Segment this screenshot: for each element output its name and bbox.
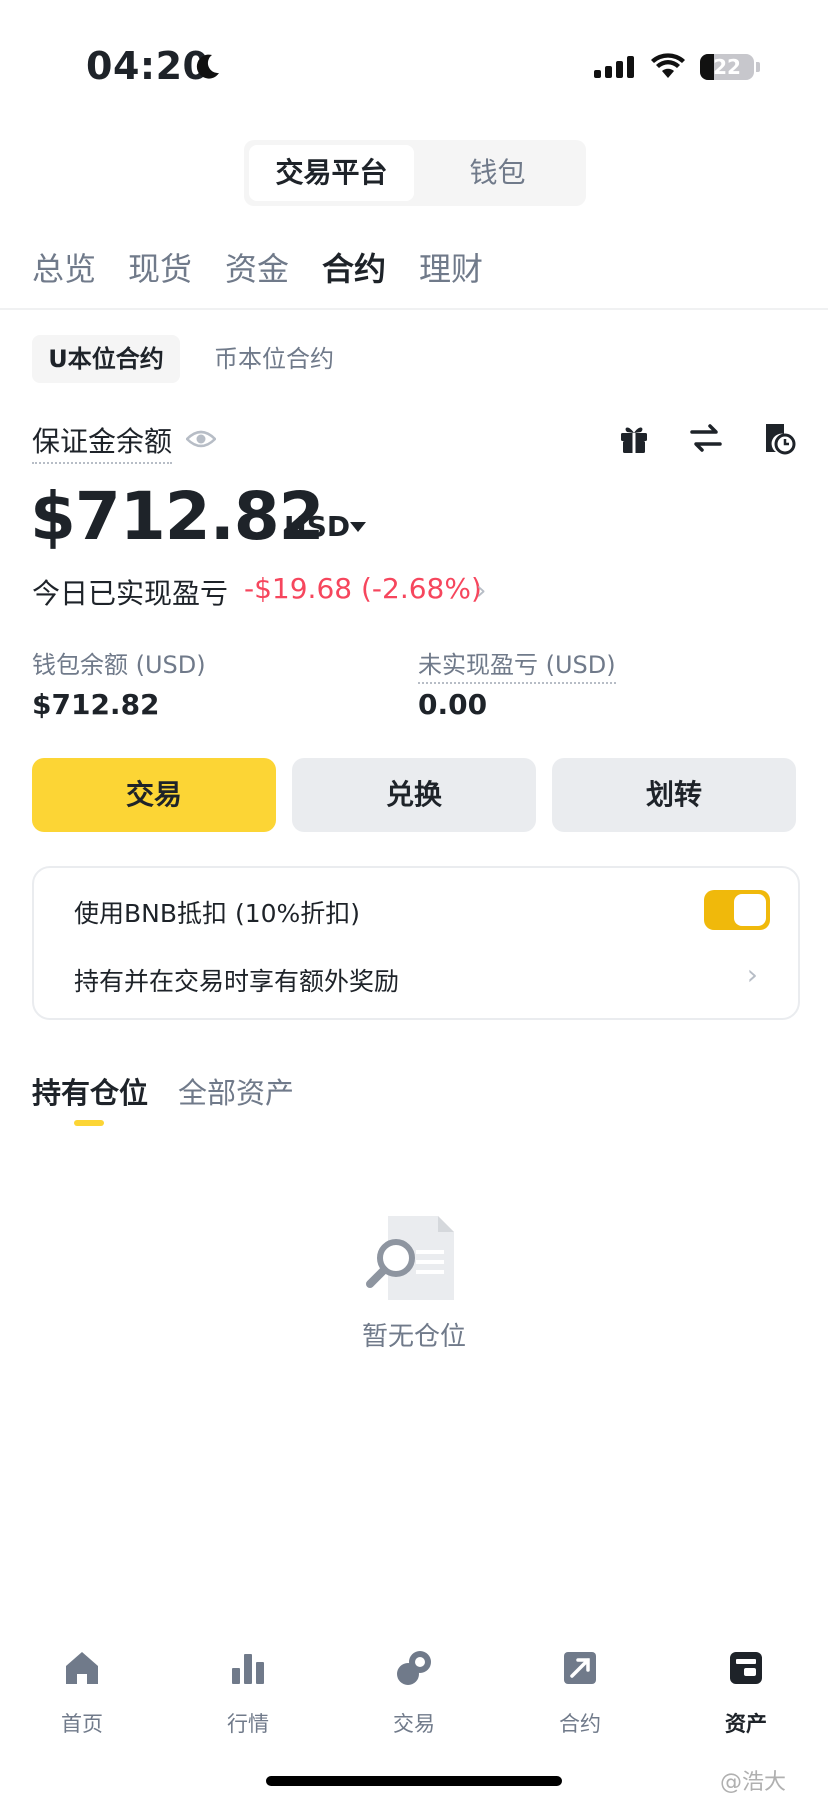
empty-search-icon [366, 1216, 454, 1300]
history-icon[interactable] [760, 420, 796, 456]
segment-platform[interactable]: 交易平台 [249, 145, 414, 201]
wallet-balance-value: $712.82 [32, 688, 160, 721]
segment-wallet[interactable]: 钱包 [414, 145, 581, 201]
caret-down-icon[interactable] [350, 522, 366, 532]
nav-markets-label: 行情 [227, 1712, 269, 1736]
tabs-divider [0, 308, 828, 310]
chevron-right-icon[interactable]: › [747, 958, 758, 991]
battery-tip [756, 62, 760, 72]
trade-button[interactable]: 交易 [32, 758, 276, 832]
nav-home-label: 首页 [61, 1712, 103, 1736]
home-icon [66, 1652, 98, 1684]
home-indicator[interactable] [266, 1776, 562, 1786]
unrealized-pnl-label[interactable]: 未实现盈亏 (USD) [418, 645, 616, 684]
wallet-icon [730, 1652, 762, 1684]
bnb-discount-toggle[interactable] [704, 890, 770, 930]
unrealized-pnl-value: 0.00 [418, 688, 488, 721]
swap-icon[interactable] [688, 420, 724, 456]
currency-selector[interactable]: USD [284, 510, 350, 543]
wallet-balance-label: 钱包余额 (USD) [32, 651, 206, 679]
market-icon [232, 1654, 264, 1684]
tab-all-assets[interactable]: 全部资产 [178, 1070, 294, 1112]
battery-icon: 22 [700, 54, 754, 80]
margin-balance-label[interactable]: 保证金余额 [32, 420, 173, 464]
signal-icon [594, 56, 634, 78]
nav-assets-label: 资产 [725, 1712, 767, 1736]
subtab-usdm-futures[interactable]: U本位合约 [32, 335, 180, 383]
transfer-button[interactable]: 划转 [552, 758, 796, 832]
today-pnl-value[interactable]: -$19.68 (-2.68%) [244, 572, 482, 605]
nav-trade-label: 交易 [393, 1712, 435, 1736]
trade-icon [397, 1651, 431, 1685]
bnb-rewards-link[interactable]: 持有并在交易时享有额外奖励 [74, 962, 399, 998]
today-pnl-label: 今日已实现盈亏 [32, 577, 229, 610]
chevron-right-icon[interactable]: › [476, 576, 486, 606]
status-time: 04:20 [86, 44, 210, 88]
empty-positions-text: 暂无仓位 [361, 1322, 466, 1352]
convert-button[interactable]: 兑换 [292, 758, 536, 832]
tab-positions[interactable]: 持有仓位 [32, 1070, 148, 1112]
battery-level: 22 [713, 55, 741, 79]
tab-futures[interactable]: 合约 [322, 244, 386, 290]
active-tab-indicator [74, 1120, 104, 1126]
watermark: @浩大 [720, 1770, 787, 1795]
toggle-knob [734, 894, 766, 926]
tab-overview[interactable]: 总览 [32, 244, 96, 290]
eye-icon[interactable] [186, 428, 216, 450]
gift-icon[interactable] [616, 420, 652, 456]
platform-wallet-segment: 交易平台 钱包 [244, 140, 586, 206]
nav-futures-label: 合约 [559, 1712, 601, 1736]
bnb-discount-card: 使用BNB抵扣 (10%折扣) 持有并在交易时享有额外奖励 › [32, 866, 800, 1020]
bnb-discount-label: 使用BNB抵扣 (10%折扣) [74, 899, 361, 928]
moon-icon [196, 54, 219, 79]
futures-icon [564, 1652, 596, 1684]
subtab-coinm-futures[interactable]: 币本位合约 [214, 335, 334, 383]
margin-balance-value: $712.82 [30, 478, 325, 555]
tab-spot[interactable]: 现货 [128, 244, 192, 290]
wifi-icon [651, 53, 685, 78]
tab-funding[interactable]: 资金 [225, 244, 289, 290]
tab-earn[interactable]: 理财 [419, 244, 483, 290]
